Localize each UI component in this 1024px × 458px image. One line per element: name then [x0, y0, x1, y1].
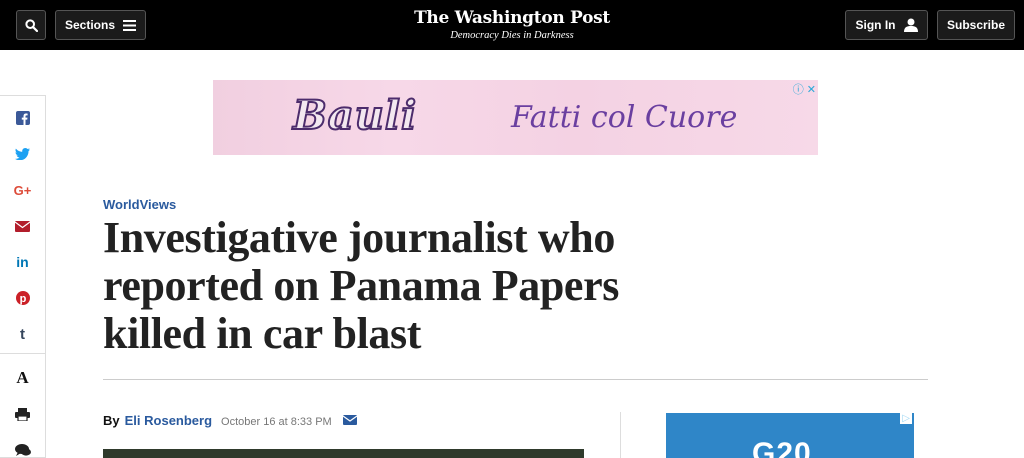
top-advertisement[interactable]: Bauli Fatti col Cuore ⓘ ✕ [213, 80, 818, 155]
text-size-button[interactable]: A [0, 360, 45, 396]
google-plus-icon: G+ [13, 182, 32, 198]
byline: By Eli Rosenberg October 16 at 8:33 PM [103, 413, 358, 428]
svg-text:p: p [19, 293, 26, 305]
tumblr-icon: t [20, 325, 25, 343]
section-kicker-link[interactable]: WorldViews [103, 197, 176, 212]
print-icon [15, 407, 30, 421]
email-author-button[interactable] [342, 413, 358, 428]
ad-choices-icon[interactable]: ⓘ ✕ [793, 81, 816, 97]
subscribe-button[interactable]: Subscribe [937, 10, 1015, 40]
print-button[interactable] [0, 396, 45, 432]
facebook-icon [15, 111, 30, 125]
column-divider [620, 412, 621, 458]
twitter-icon [15, 148, 30, 160]
side-advertisement[interactable]: G20 ▷ [666, 413, 914, 458]
facebook-share-button[interactable] [0, 100, 45, 136]
rail-divider [0, 353, 45, 354]
tumblr-share-button[interactable]: t [0, 316, 45, 352]
ad-brand-logo: Bauli [292, 91, 418, 140]
pinterest-icon: p [15, 291, 30, 305]
lead-photo [103, 449, 584, 458]
side-ad-text: G20 [752, 437, 812, 458]
sections-label: Sections [64, 18, 115, 32]
email-icon [15, 220, 30, 232]
subscribe-label: Subscribe [946, 18, 1006, 32]
search-icon [24, 18, 38, 32]
sections-button[interactable]: Sections [55, 10, 146, 40]
linkedin-share-button[interactable]: in [0, 244, 45, 280]
article-headline: Investigative journalist who reported on… [103, 213, 619, 358]
sign-in-label: Sign In [855, 18, 896, 32]
headline-divider [103, 379, 928, 380]
sign-in-button[interactable]: Sign In [845, 10, 928, 40]
masthead[interactable]: The Washington Post Democracy Dies in Da… [412, 8, 612, 41]
hamburger-menu-icon [123, 19, 136, 31]
comments-icon [14, 443, 31, 456]
twitter-share-button[interactable] [0, 136, 45, 172]
ad-slogan: Fatti col Cuore [511, 100, 738, 135]
site-tagline: Democracy Dies in Darkness [450, 30, 574, 41]
publish-date: October 16 at 8:33 PM [221, 416, 332, 428]
comments-button[interactable] [0, 432, 45, 458]
author-link[interactable]: Eli Rosenberg [125, 413, 212, 428]
linkedin-icon: in [16, 254, 29, 270]
pinterest-share-button[interactable]: p [0, 280, 45, 316]
site-logo[interactable]: The Washington Post [412, 8, 612, 28]
top-navigation-bar: Sections The Washington Post Democracy D… [0, 0, 1024, 50]
byline-prefix: By [103, 413, 120, 428]
google-plus-share-button[interactable]: G+ [0, 172, 45, 208]
search-button[interactable] [16, 10, 46, 40]
user-icon [903, 18, 918, 32]
text-size-icon: A [16, 368, 29, 387]
ad-choices-icon[interactable]: ▷ [900, 413, 912, 424]
email-share-button[interactable] [0, 208, 45, 244]
share-rail: G+ in p t A [0, 95, 46, 458]
envelope-icon [342, 415, 358, 425]
